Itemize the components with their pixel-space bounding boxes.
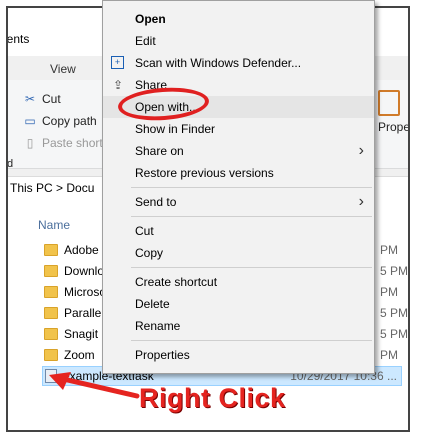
file-date: PM [380,285,398,299]
menu-separator [131,187,372,188]
file-date: PM [380,348,398,362]
properties-icon [378,90,400,116]
file-date: PM [380,243,398,257]
file-row[interactable]: Zoom [44,345,95,365]
cut-button[interactable]: ✂ Cut [22,92,61,106]
file-row[interactable]: Parallels [44,303,110,323]
file-row[interactable]: Snagit [44,324,98,344]
menu-item-scan-defender[interactable]: + Scan with Windows Defender... [103,52,374,74]
folder-icon [44,307,58,319]
menu-item-send-to[interactable]: Send to › [103,191,374,213]
file-name: Downlo [64,264,105,278]
tab-view[interactable]: View [50,62,76,76]
file-name: Adobe [64,243,99,257]
copy-path-label: Copy path [42,114,97,128]
menu-item-cut[interactable]: Cut [103,220,374,242]
file-name: Microso [64,285,107,299]
group-label-partial: d [7,158,14,170]
properties-button[interactable]: Prope [378,90,410,134]
folder-icon [44,265,58,277]
menu-separator [131,340,372,341]
chevron-right-icon: › [358,193,364,210]
menu-item-show-in-finder[interactable]: Show in Finder [103,118,374,140]
cut-label: Cut [42,92,61,106]
menu-item-copy[interactable]: Copy [103,242,374,264]
chevron-right-icon: › [358,142,364,159]
menu-item-open[interactable]: Open [103,8,374,30]
file-date: 5 PM [380,327,409,341]
file-name: Zoom [64,348,95,362]
file-row[interactable]: Microso [44,282,106,302]
file-row[interactable]: Adobe [44,240,99,260]
copy-path-button[interactable]: ▭ Copy path [22,114,97,128]
properties-label: Prope [378,120,410,134]
menu-item-delete[interactable]: Delete [103,293,374,315]
menu-item-restore-versions[interactable]: Restore previous versions [103,162,374,184]
paste-shortcut-button[interactable]: ▯ Paste shortc [22,136,109,150]
window-title: nents [6,32,30,46]
folder-icon [44,349,58,361]
defender-icon: + [111,56,124,69]
right-click-callout: Right Click [139,383,286,413]
menu-item-share-on[interactable]: Share on › [103,140,374,162]
menu-item-properties[interactable]: Properties [103,344,374,366]
file-row[interactable]: Downlo [44,261,104,281]
file-date: 5 PM [380,306,409,320]
file-date: 5 PM [380,264,409,278]
folder-icon [44,286,58,298]
copy-path-icon: ▭ [24,114,36,128]
scissors-icon: ✂ [24,92,36,106]
breadcrumb: This PC > Docu [10,181,95,195]
menu-item-create-shortcut[interactable]: Create shortcut [103,271,374,293]
context-menu: Open Edit + Scan with Windows Defender..… [102,0,375,374]
paste-shortcut-label: Paste shortc [42,136,109,150]
menu-separator [131,216,372,217]
file-name: Snagit [64,327,99,341]
menu-separator [131,267,372,268]
menu-item-rename[interactable]: Rename [103,315,374,337]
folder-icon [44,244,58,256]
column-header-name[interactable]: Name [38,218,70,232]
menu-item-edit[interactable]: Edit [103,30,374,52]
folder-icon [44,328,58,340]
paste-shortcut-icon: ▯ [26,136,34,150]
share-icon: ⇪ [112,78,124,92]
